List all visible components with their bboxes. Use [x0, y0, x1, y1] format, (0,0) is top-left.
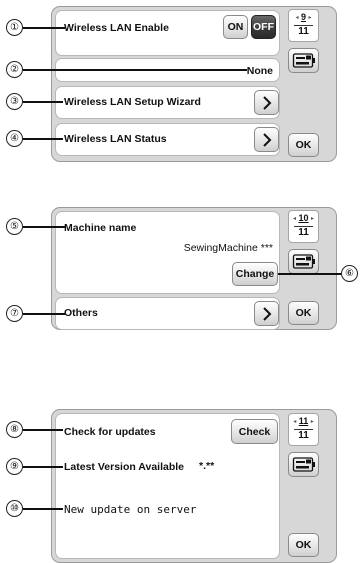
page-indicator: ◂ 11 ▸ 11 — [288, 413, 319, 446]
page-current: 10 — [298, 213, 309, 223]
setup-wizard-label: Wireless LAN Setup Wizard — [64, 96, 201, 108]
leader-line — [23, 466, 63, 468]
others-label: Others — [64, 307, 98, 319]
leader-line — [23, 138, 63, 140]
page-total: 11 — [294, 226, 313, 239]
leader-line — [23, 508, 63, 510]
leader-line — [23, 101, 63, 103]
callout-9: ⑨ — [6, 458, 23, 475]
latest-version-label: Latest Version Available — [64, 461, 185, 473]
latest-version-value: *.** — [199, 460, 215, 472]
machine-settings-button[interactable] — [288, 452, 319, 477]
callout-1: ① — [6, 19, 23, 36]
callout-2: ② — [6, 61, 23, 78]
status-row[interactable]: Wireless LAN Status — [55, 123, 280, 156]
callout-4: ④ — [6, 130, 23, 147]
page-total: 11 — [294, 429, 313, 442]
machine-name-label: Machine name — [64, 222, 137, 234]
chevron-right-icon — [262, 132, 271, 147]
machine-settings-button[interactable] — [288, 48, 319, 73]
page-current: 9 — [300, 12, 306, 22]
leader-line — [23, 429, 63, 431]
ok-button[interactable]: OK — [288, 301, 319, 325]
setup-wizard-arrow-button[interactable] — [254, 90, 279, 115]
sewing-machine-icon — [292, 53, 315, 68]
update-content-box: Check for updates Check Latest Version A… — [55, 413, 280, 559]
callout-7: ⑦ — [6, 305, 23, 322]
change-button[interactable]: Change — [232, 262, 278, 286]
check-button[interactable]: Check — [231, 419, 278, 444]
ok-button[interactable]: OK — [288, 133, 319, 157]
leader-line — [23, 27, 65, 29]
status-arrow-button[interactable] — [254, 127, 279, 152]
others-row[interactable]: Others — [55, 297, 280, 330]
ok-button[interactable]: OK — [288, 533, 319, 557]
callout-3: ③ — [6, 93, 23, 110]
machine-settings-button[interactable] — [288, 249, 319, 274]
machine-name-row: Machine name SewingMachine *** Change — [55, 211, 280, 294]
machine-name-value: SewingMachine *** — [183, 242, 273, 254]
page-total: 11 — [294, 25, 313, 38]
page-next-icon[interactable]: ▸ — [309, 15, 312, 21]
callout-5: ⑤ — [6, 218, 23, 235]
chevron-right-icon — [262, 306, 271, 321]
leader-line — [278, 273, 341, 275]
status-label: Wireless LAN Status — [64, 133, 167, 145]
callout-10: ⑩ — [6, 500, 23, 517]
page-prev-icon[interactable]: ◂ — [293, 216, 296, 222]
leader-line — [23, 226, 65, 228]
leader-line — [23, 69, 247, 71]
callout-8: ⑧ — [6, 421, 23, 438]
ssid-value: None — [246, 65, 273, 77]
page-prev-icon[interactable]: ◂ — [293, 419, 296, 425]
chevron-right-icon — [262, 95, 271, 110]
check-updates-label: Check for updates — [64, 426, 156, 438]
sewing-machine-icon — [292, 254, 315, 269]
setup-wizard-row[interactable]: Wireless LAN Setup Wizard — [55, 86, 280, 119]
sewing-machine-icon — [292, 457, 315, 472]
page-next-icon[interactable]: ▸ — [311, 419, 314, 425]
new-update-text: New update on server — [64, 503, 197, 516]
leader-line — [23, 313, 65, 315]
others-arrow-button[interactable] — [254, 301, 279, 326]
off-button[interactable]: OFF — [251, 15, 276, 39]
wireless-enable-row: Wireless LAN Enable ON OFF — [55, 10, 280, 56]
page-indicator: ◂ 10 ▸ 11 — [288, 210, 319, 243]
callout-6: ⑥ — [341, 265, 358, 282]
wireless-enable-label: Wireless LAN Enable — [64, 22, 169, 34]
page-prev-icon[interactable]: ◂ — [295, 15, 298, 21]
page-indicator: ◂ 9 ▸ 11 — [288, 9, 319, 42]
on-button[interactable]: ON — [223, 15, 248, 39]
page-current: 11 — [298, 416, 309, 426]
page-next-icon[interactable]: ▸ — [311, 216, 314, 222]
